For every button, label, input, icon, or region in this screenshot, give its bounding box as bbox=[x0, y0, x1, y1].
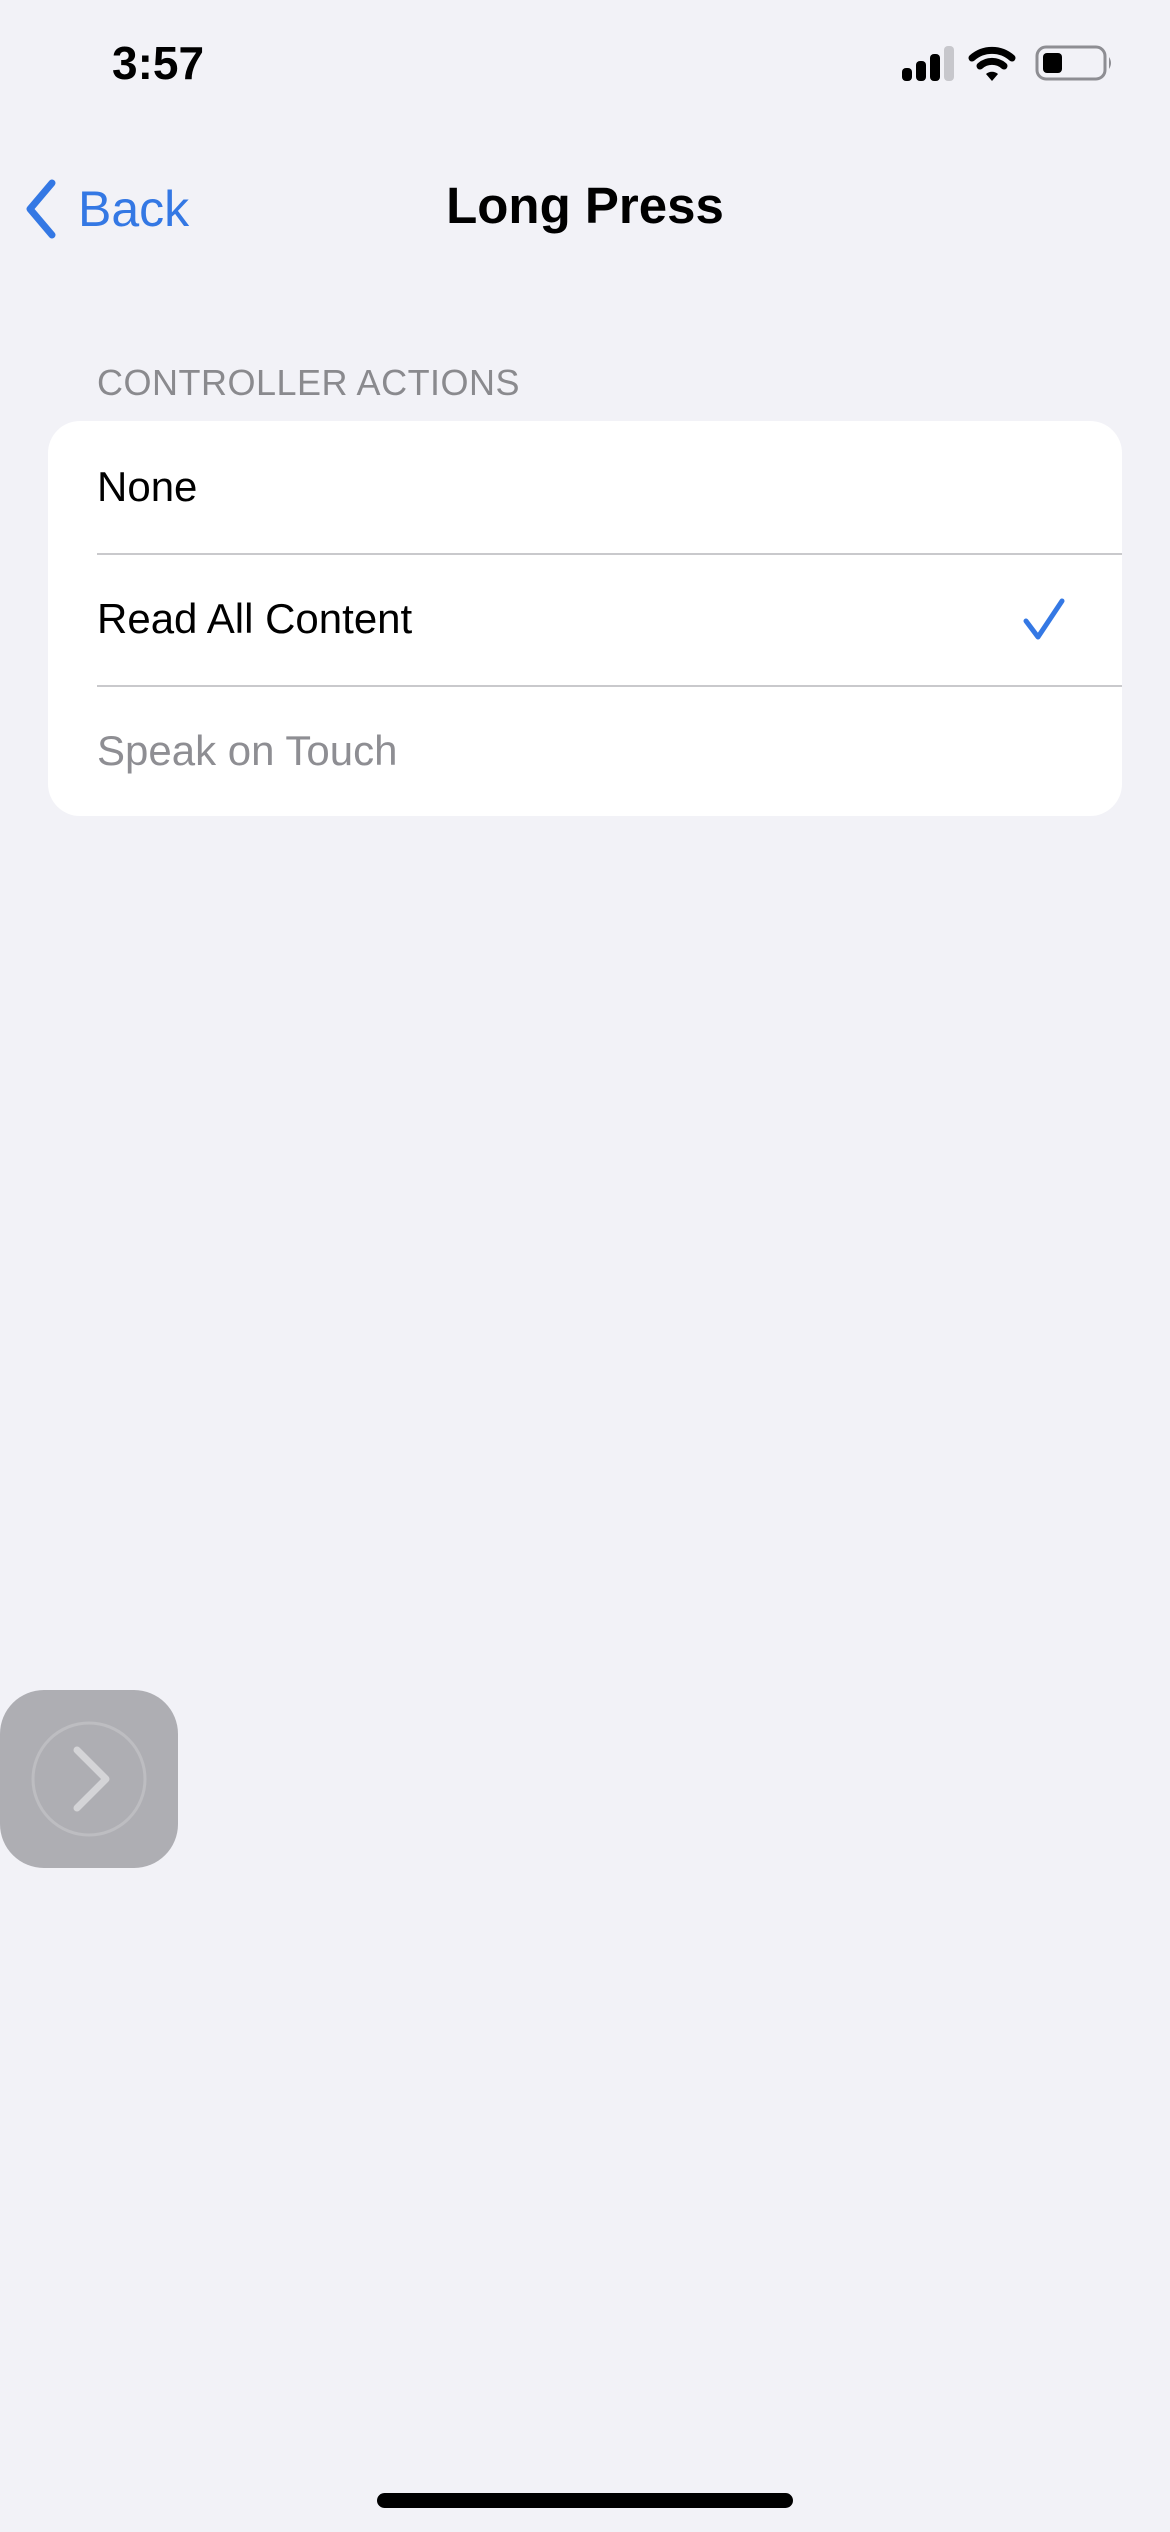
status-bar: 3:57 bbox=[0, 0, 1170, 130]
chevron-right-circle-icon bbox=[31, 1721, 147, 1837]
list-item-label: None bbox=[97, 463, 198, 510]
assistive-touch-button[interactable] bbox=[0, 1690, 178, 1868]
list-item-label: Speak on Touch bbox=[97, 727, 398, 774]
list-item-read-all-content[interactable]: Read All Content bbox=[48, 553, 1122, 685]
page-title: Long Press bbox=[446, 177, 724, 234]
list-item-none[interactable]: None bbox=[48, 421, 1122, 553]
home-indicator[interactable] bbox=[377, 2493, 793, 2508]
controller-actions-list: None Read All Content Speak on Touch bbox=[48, 421, 1122, 816]
battery-icon bbox=[1035, 45, 1111, 81]
list-item-speak-on-touch[interactable]: Speak on Touch bbox=[48, 685, 1122, 816]
navigation-bar: Back Long Press bbox=[0, 160, 1170, 256]
cellular-signal-icon bbox=[902, 46, 954, 81]
wifi-icon bbox=[968, 46, 1016, 81]
checkmark-icon bbox=[1023, 598, 1065, 640]
status-time: 3:57 bbox=[112, 37, 205, 89]
section-header: CONTROLLER ACTIONS bbox=[97, 362, 521, 403]
list-item-label: Read All Content bbox=[97, 595, 413, 642]
